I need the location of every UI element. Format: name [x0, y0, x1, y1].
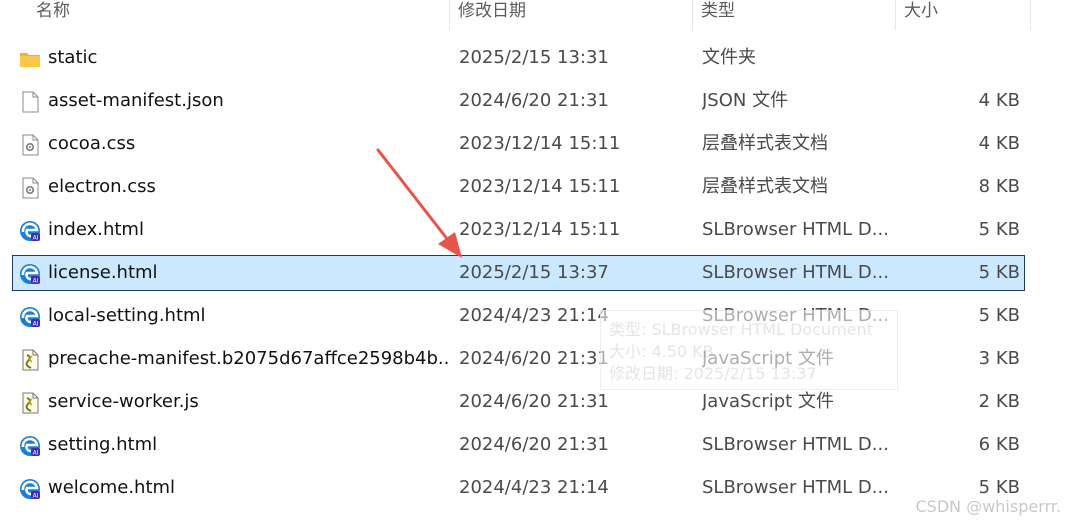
column-divider[interactable] [692, 0, 693, 30]
file-tooltip: 类型: SLBrowser HTML Document 大小: 4.50 KB … [600, 310, 898, 390]
file-size: 5 KB [978, 262, 1020, 283]
css-file-icon [19, 134, 41, 156]
column-size-header[interactable]: 大小 [904, 0, 938, 26]
file-type: 文件夹 [702, 47, 756, 68]
column-divider[interactable] [895, 0, 896, 30]
column-date-header[interactable]: 修改日期 [458, 0, 526, 26]
file-row[interactable]: AI license.html 2025/2/15 13:37 SLBrowser H… [12, 255, 1025, 291]
file-name: electron.css [48, 176, 156, 197]
file-icon [19, 91, 41, 113]
svg-text:AI: AI [33, 278, 39, 285]
file-row[interactable]: asset-manifest.json 2024/6/20 21:31 JSON 文… [12, 83, 1025, 119]
file-size: 4 KB [978, 133, 1020, 154]
file-modified-date: 2023/12/14 15:11 [459, 133, 621, 154]
file-size: 4 KB [978, 90, 1020, 111]
file-size: 6 KB [978, 434, 1020, 455]
file-type: SLBrowser HTML D... [702, 477, 889, 498]
file-row[interactable]: AI welcome.html 2024/4/23 21:14 SLBrowser H… [12, 470, 1025, 506]
file-type: SLBrowser HTML D... [702, 434, 889, 455]
file-size: 5 KB [978, 305, 1020, 326]
file-size [893, 41, 1020, 75]
svg-text:AI: AI [33, 493, 39, 500]
file-size: 3 KB [978, 348, 1020, 369]
file-modified-date: 2024/6/20 21:31 [459, 434, 609, 455]
file-type: SLBrowser HTML D... [702, 219, 889, 240]
file-modified-date: 2024/6/20 21:31 [459, 391, 609, 412]
file-name: asset-manifest.json [48, 90, 224, 111]
file-type: JSON 文件 [702, 90, 789, 111]
file-name: index.html [48, 219, 144, 240]
file-name: welcome.html [48, 477, 176, 498]
file-name: precache-manifest.b2075d67affce2598b4b..… [48, 348, 448, 369]
file-modified-date: 2024/4/23 21:14 [459, 477, 609, 498]
file-name: cocoa.css [48, 133, 136, 154]
file-modified-date: 2024/6/20 21:31 [459, 90, 609, 111]
js-file-icon [19, 349, 41, 371]
folder-icon [19, 48, 41, 70]
file-row[interactable]: electron.css 2023/12/14 15:11 层叠样式表文档 8 KB [12, 169, 1025, 205]
file-row[interactable]: cocoa.css 2023/12/14 15:11 层叠样式表文档 4 KB [12, 126, 1025, 162]
browser-html-icon: AI [19, 435, 41, 457]
tooltip-type: 类型: SLBrowser HTML Document [609, 320, 873, 339]
browser-html-icon: AI [19, 306, 41, 328]
file-size: 5 KB [978, 219, 1020, 240]
file-type: 层叠样式表文档 [702, 133, 828, 154]
js-file-icon [19, 392, 41, 414]
file-modified-date: 2023/12/14 15:11 [459, 176, 621, 197]
css-file-icon [19, 177, 41, 199]
browser-html-icon: AI [19, 220, 41, 242]
column-divider[interactable] [449, 0, 450, 30]
file-name: service-worker.js [48, 391, 199, 412]
file-type: JavaScript 文件 [702, 391, 834, 412]
column-type-header[interactable]: 类型 [701, 0, 735, 26]
file-name: local-setting.html [48, 305, 206, 326]
browser-html-icon: AI [19, 478, 41, 500]
column-divider[interactable] [1030, 0, 1031, 30]
file-modified-date: 2023/12/14 15:11 [459, 219, 621, 240]
column-name-header[interactable]: 名称 [36, 0, 70, 26]
file-size: 8 KB [978, 176, 1020, 197]
svg-text:AI: AI [33, 321, 39, 328]
file-modified-date: 2025/2/15 13:31 [459, 47, 609, 68]
tooltip-date: 修改日期: 2025/2/15 13:37 [609, 364, 817, 383]
file-name: setting.html [48, 434, 158, 455]
browser-html-icon: AI [19, 263, 41, 285]
file-explorer: 名称 修改日期 类型 大小 static 2025/2/15 13:31 文件夹 as… [0, 0, 1067, 522]
file-name: license.html [48, 262, 158, 283]
file-type: SLBrowser HTML D... [702, 262, 889, 283]
watermark: CSDN @whisperrr. [915, 497, 1062, 516]
file-type: 层叠样式表文档 [702, 176, 828, 197]
column-header: 名称 修改日期 类型 大小 [0, 0, 1067, 30]
file-modified-date: 2025/2/15 13:37 [459, 262, 609, 283]
tooltip-size: 大小: 4.50 KB [609, 342, 714, 361]
file-name: static [48, 47, 98, 68]
file-row[interactable]: AI index.html 2023/12/14 15:11 SLBrowser HT… [12, 212, 1025, 248]
file-row[interactable]: AI setting.html 2024/6/20 21:31 SLBrowser H… [12, 427, 1025, 463]
svg-text:AI: AI [33, 235, 39, 242]
file-size: 2 KB [978, 391, 1020, 412]
svg-text:AI: AI [33, 450, 39, 457]
file-row[interactable]: static 2025/2/15 13:31 文件夹 [12, 40, 1025, 76]
